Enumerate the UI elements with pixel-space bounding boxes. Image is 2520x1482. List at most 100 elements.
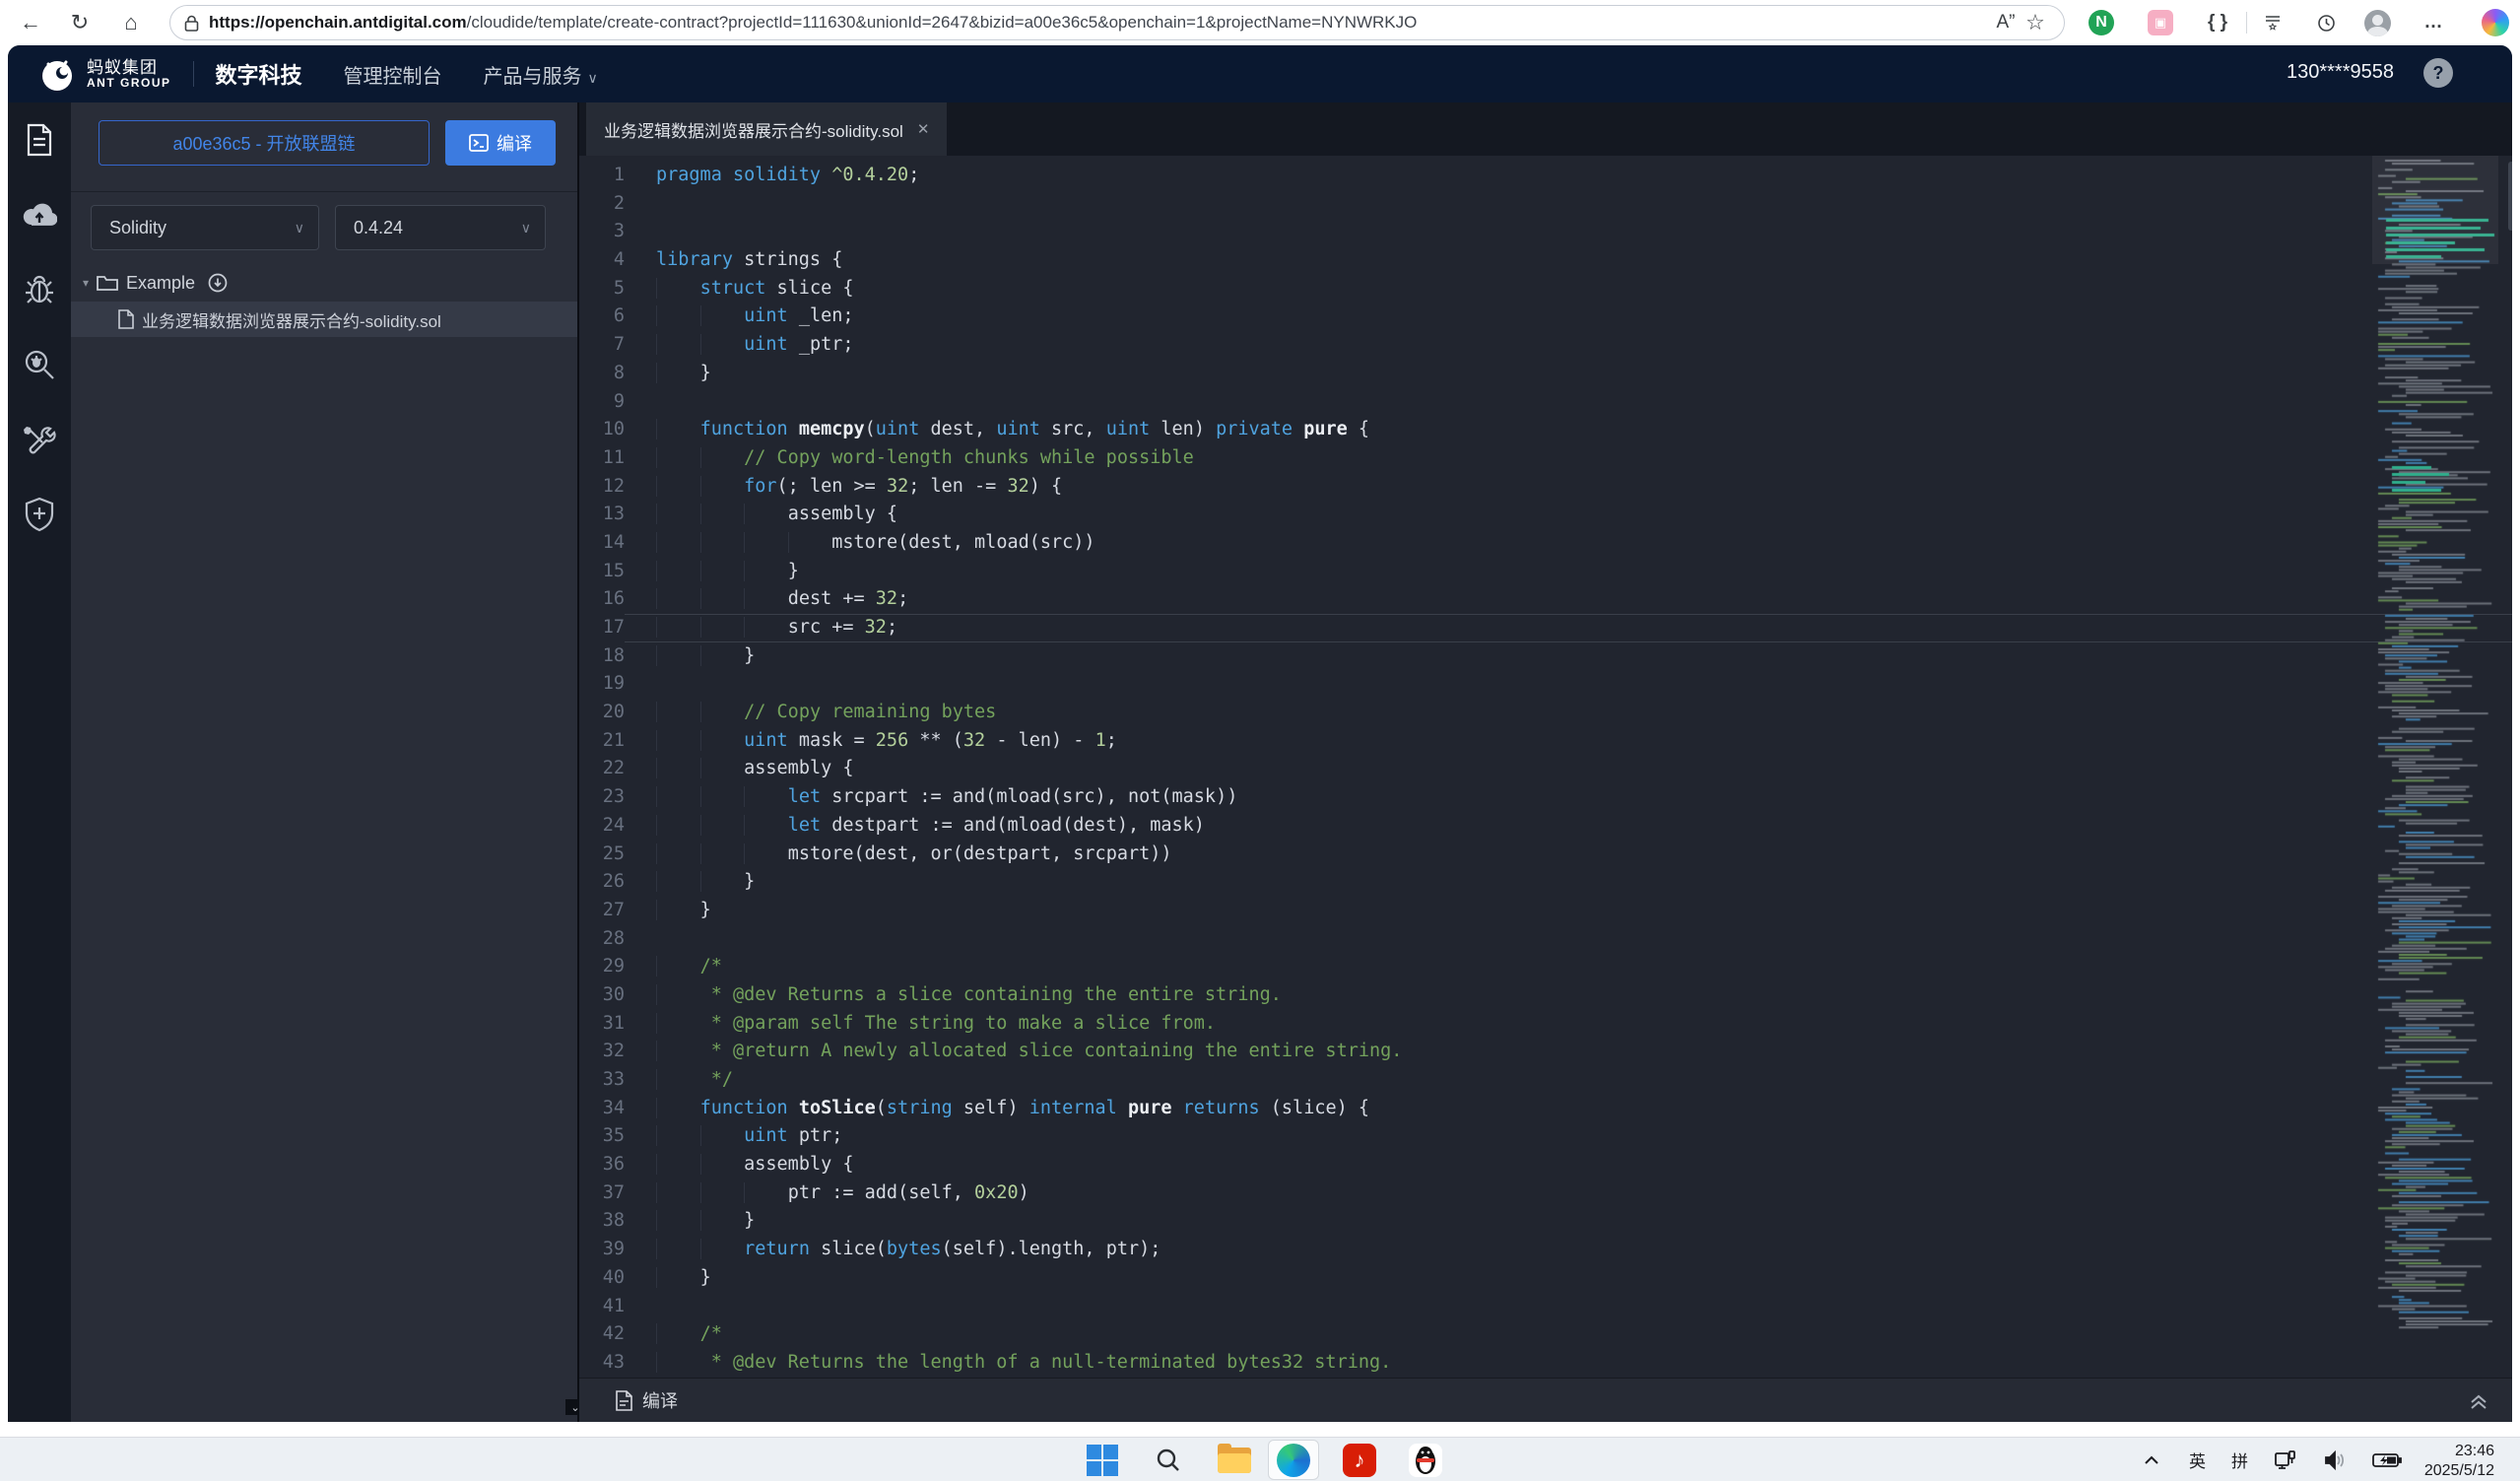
editor-tab-active[interactable]: 业务逻辑数据浏览器展示合约-solidity.sol ✕: [586, 102, 947, 156]
code-line[interactable]: 29 /*: [579, 953, 2512, 981]
site-navbar: 蚂蚁集团 ANT GROUP 数字科技 管理控制台 产品与服务∨ 130****…: [8, 45, 2512, 102]
expand-panel-icon[interactable]: [2467, 1388, 2490, 1417]
speaker-icon[interactable]: [2323, 1449, 2347, 1471]
compile-output-bar[interactable]: 编译: [579, 1378, 2512, 1422]
code-line[interactable]: 40 }: [579, 1264, 2512, 1293]
code-line[interactable]: 37 ptr := add(self, 0x20): [579, 1179, 2512, 1208]
code-line[interactable]: 41: [579, 1293, 2512, 1321]
tools-icon[interactable]: [8, 402, 71, 477]
code-line[interactable]: 4library strings {: [579, 246, 2512, 275]
nav-console[interactable]: 管理控制台: [344, 60, 442, 89]
code-line[interactable]: 27 }: [579, 897, 2512, 925]
battery-icon[interactable]: [2372, 1451, 2402, 1469]
code-line[interactable]: 14 mstore(dest, mload(src)): [579, 529, 2512, 558]
copilot-icon[interactable]: [2481, 8, 2510, 37]
edge-browser-icon[interactable]: [1275, 1442, 1312, 1479]
usb-device-icon[interactable]: [2274, 1449, 2297, 1471]
code-line[interactable]: 20 // Copy remaining bytes: [579, 699, 2512, 727]
collections-icon[interactable]: [2258, 8, 2288, 37]
code-line[interactable]: 32 * @return A newly allocated slice con…: [579, 1038, 2512, 1066]
app-window: 蚂蚁集团 ANT GROUP 数字科技 管理控制台 产品与服务∨ 130****…: [8, 45, 2512, 1422]
close-icon[interactable]: ✕: [917, 120, 930, 138]
code-line[interactable]: 42 /*: [579, 1320, 2512, 1349]
code-line[interactable]: 43 * @dev Returns the length of a null-t…: [579, 1349, 2512, 1378]
code-line[interactable]: 3: [579, 218, 2512, 246]
code-lines[interactable]: 1pragma solidity ^0.4.20;234library stri…: [579, 156, 2512, 1378]
code-line[interactable]: 30 * @dev Returns a slice containing the…: [579, 981, 2512, 1010]
code-line[interactable]: 39 return slice(bytes(self).length, ptr)…: [579, 1236, 2512, 1264]
compile-button[interactable]: 编译: [445, 120, 556, 166]
nav-products[interactable]: 产品与服务∨: [484, 60, 598, 89]
code-line[interactable]: 36 assembly {: [579, 1151, 2512, 1179]
code-line[interactable]: 24 let destpart := and(mload(dest), mask…: [579, 812, 2512, 841]
browser-home-button[interactable]: ⌂: [114, 6, 148, 39]
version-select[interactable]: 0.4.24 ∨: [335, 205, 546, 250]
code-line[interactable]: 17 src += 32;: [579, 614, 2512, 642]
debug-bug-icon[interactable]: [8, 252, 71, 327]
code-line[interactable]: 31 * @param self The string to make a sl…: [579, 1010, 2512, 1039]
security-shield-icon[interactable]: [8, 477, 71, 552]
code-line[interactable]: 16 dest += 32;: [579, 585, 2512, 614]
url-text[interactable]: https://openchain.antdigital.com/cloudid…: [209, 13, 1417, 33]
profile-avatar[interactable]: [2362, 8, 2392, 37]
ime-language-en[interactable]: 英: [2189, 1448, 2206, 1472]
extension-pink-icon[interactable]: ▣: [2146, 8, 2175, 37]
browser-refresh-button[interactable]: ↻: [63, 6, 97, 39]
language-select[interactable]: Solidity ∨: [91, 205, 319, 250]
editor-scrollbar-thumb[interactable]: [2508, 162, 2512, 231]
history-icon[interactable]: [2311, 8, 2341, 37]
account-phone[interactable]: 130****9558: [2287, 61, 2394, 84]
tree-file-contract[interactable]: 业务逻辑数据浏览器展示合约-solidity.sol: [71, 302, 577, 337]
code-line[interactable]: 7 uint _ptr;: [579, 331, 2512, 360]
code-line[interactable]: 11 // Copy word-length chunks while poss…: [579, 444, 2512, 473]
scan-search-icon[interactable]: [8, 327, 71, 402]
read-aloud-icon[interactable]: A”: [1991, 8, 2021, 37]
code-line[interactable]: 33 */: [579, 1066, 2512, 1095]
code-line[interactable]: 5 struct slice {: [579, 275, 2512, 303]
code-line[interactable]: 6 uint _len;: [579, 303, 2512, 331]
editor-area: 业务逻辑数据浏览器展示合约-solidity.sol ✕ 1pragma sol…: [579, 102, 2512, 1422]
taskbar-search-icon[interactable]: [1150, 1442, 1187, 1479]
code-line[interactable]: 19: [579, 670, 2512, 699]
code-line[interactable]: 26 }: [579, 868, 2512, 897]
code-line[interactable]: 10 function memcpy(uint dest, uint src, …: [579, 416, 2512, 444]
code-line[interactable]: 28: [579, 925, 2512, 954]
code-line[interactable]: 18 }: [579, 642, 2512, 671]
favorite-star-icon[interactable]: ☆: [2021, 8, 2050, 37]
code-line[interactable]: 21 uint mask = 256 ** (32 - len) - 1;: [579, 727, 2512, 756]
code-line[interactable]: 35 uint ptr;: [579, 1122, 2512, 1151]
extensions-icon[interactable]: { }: [2203, 8, 2232, 37]
ime-language-pinyin[interactable]: 拼: [2231, 1448, 2248, 1472]
code-line[interactable]: 22 assembly {: [579, 755, 2512, 783]
start-button[interactable]: [1084, 1442, 1121, 1479]
browser-back-button[interactable]: ←: [14, 6, 47, 39]
file-explorer-icon[interactable]: [1216, 1442, 1253, 1479]
code-line[interactable]: 15 }: [579, 558, 2512, 586]
code-line[interactable]: 9: [579, 388, 2512, 417]
music-app-icon[interactable]: ♪: [1341, 1442, 1378, 1479]
tray-expand-chevron[interactable]: [2144, 1454, 2159, 1466]
code-line[interactable]: 38 }: [579, 1207, 2512, 1236]
address-bar[interactable]: https://openchain.antdigital.com/cloudid…: [169, 5, 2065, 40]
taskbar-clock[interactable]: 23:46 2025/5/12: [2424, 1442, 2494, 1481]
code-line[interactable]: 25 mstore(dest, or(destpart, srcpart)): [579, 841, 2512, 869]
help-button[interactable]: ?: [2423, 58, 2453, 88]
chain-select-button[interactable]: a00e36c5 - 开放联盟链: [99, 120, 430, 166]
caret-down-icon[interactable]: ▾: [83, 276, 97, 290]
cloud-upload-icon[interactable]: [8, 177, 71, 252]
tree-folder-example[interactable]: ▾ Example: [71, 268, 577, 298]
code-line[interactable]: 1pragma solidity ^0.4.20;: [579, 162, 2512, 190]
minimap[interactable]: [2372, 156, 2498, 1378]
code-line[interactable]: 13 assembly {: [579, 501, 2512, 529]
code-line[interactable]: 8 }: [579, 360, 2512, 388]
code-line[interactable]: 12 for(; len >= 32; len -= 32) {: [579, 473, 2512, 502]
code-line[interactable]: 34 function toSlice(string self) interna…: [579, 1095, 2512, 1123]
files-icon[interactable]: [8, 102, 71, 177]
qq-app-icon[interactable]: [1407, 1442, 1444, 1479]
code-line[interactable]: 2: [579, 190, 2512, 219]
settings-more-icon[interactable]: …: [2420, 8, 2449, 37]
cloud-sync-icon[interactable]: [207, 272, 229, 294]
extension-n-icon[interactable]: N: [2087, 8, 2116, 37]
code-line[interactable]: 23 let srcpart := and(mload(src), not(ma…: [579, 783, 2512, 812]
minimap-viewport[interactable]: [2372, 156, 2498, 264]
